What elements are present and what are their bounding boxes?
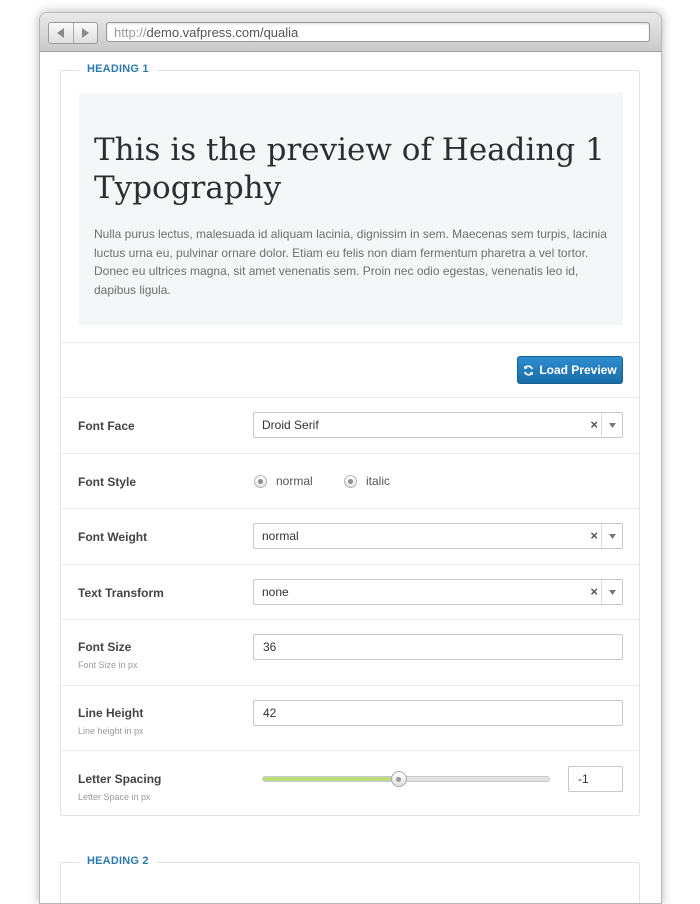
font-face-select[interactable]: Droid Serif × [253,412,623,438]
font-size-row: Font Size Font Size in px 36 [61,619,639,685]
letter-spacing-row: Letter Spacing Letter Space in px -1 [61,750,639,816]
slider-fill [263,777,399,781]
font-weight-label: Font Weight [78,530,148,544]
clear-icon[interactable]: × [590,413,598,437]
font-style-row: Font Style normal italic [61,453,639,509]
font-weight-row: Font Weight normal × [61,508,639,564]
font-weight-value: normal [262,529,299,543]
refresh-icon [523,364,534,376]
preview-paragraph: Nulla purus lectus, malesuada id aliquam… [94,227,607,297]
load-preview-button[interactable]: Load Preview [517,356,623,384]
load-preview-row: Load Preview [61,342,639,397]
letter-spacing-hint: Letter Space in px [78,792,151,802]
font-face-label: Font Face [78,419,135,433]
radio-icon [344,474,357,488]
clear-icon[interactable]: × [590,524,598,548]
font-size-input[interactable]: 36 [253,634,623,660]
url-protocol: http:// [114,25,147,40]
line-height-row: Line Height Line height in px 42 [61,685,639,751]
typography-preview: This is the preview of Heading 1 Typogra… [79,93,623,325]
browser-toolbar: http://demo.vafpress.com/qualia [40,13,661,52]
back-button[interactable] [49,23,73,43]
radio-label-normal: normal [276,474,313,488]
font-weight-select[interactable]: normal × [253,523,623,549]
font-style-label: Font Style [78,475,137,489]
font-size-label: Font Size [78,640,132,654]
line-height-label: Line Height [78,706,144,720]
url-text: demo.vafpress.com/qualia [146,25,299,40]
font-style-italic-radio[interactable]: italic [344,474,390,488]
load-preview-label: Load Preview [539,363,617,377]
address-bar[interactable]: http://demo.vafpress.com/qualia [106,22,650,42]
text-transform-row: Text Transform none × [61,564,639,620]
browser-window: http://demo.vafpress.com/qualia HEADING … [39,12,662,904]
radio-label-italic: italic [366,474,391,488]
clear-icon[interactable]: × [590,580,598,604]
line-height-hint: Line height in px [78,726,144,736]
preview-title: This is the preview of Heading 1 Typogra… [94,132,605,206]
heading2-section: HEADING 2 [60,855,640,903]
letter-spacing-label: Letter Spacing [78,772,162,786]
font-face-row: Font Face Droid Serif × [61,397,639,453]
text-transform-select[interactable]: none × [253,579,623,605]
text-transform-label: Text Transform [78,586,164,600]
dropdown-arrow-icon[interactable] [601,524,622,548]
font-size-hint: Font Size in px [78,660,138,670]
forward-button[interactable] [72,23,98,43]
letter-spacing-input[interactable]: -1 [568,766,623,792]
heading1-section: HEADING 1 This is the preview of Heading… [60,63,640,816]
slider-handle[interactable] [390,771,407,787]
back-arrow-icon [56,28,64,38]
radio-icon [254,474,267,488]
font-style-normal-radio[interactable]: normal [254,474,313,488]
heading1-legend: HEADING 1 [79,63,157,75]
forward-arrow-icon [82,28,90,38]
font-face-value: Droid Serif [262,418,319,432]
dropdown-arrow-icon[interactable] [601,580,622,604]
line-height-input[interactable]: 42 [253,700,623,726]
dropdown-arrow-icon[interactable] [601,413,622,437]
text-transform-value: none [262,585,289,599]
heading2-legend: HEADING 2 [79,855,157,867]
nav-buttons [48,22,98,44]
